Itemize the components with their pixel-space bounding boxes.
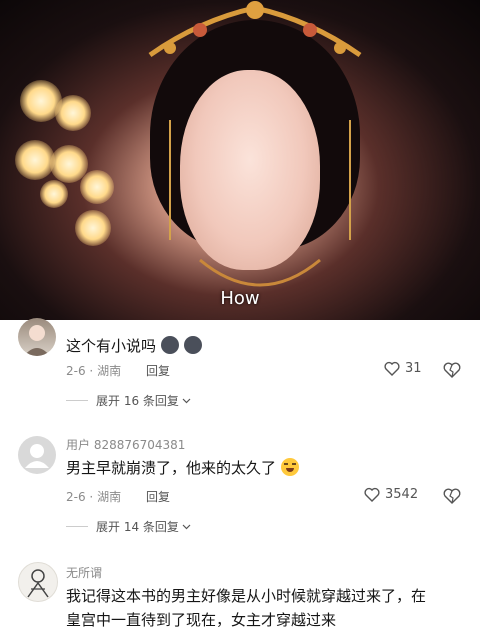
expand-replies-button[interactable]: 展开 14 条回复 — [66, 518, 191, 535]
like-button[interactable]: 3542 — [364, 487, 418, 502]
chevron-down-icon — [182, 524, 191, 529]
comment-text: 这个有小说吗 — [66, 334, 202, 358]
crying-laughing-emoji-icon — [280, 458, 299, 476]
bokeh-light — [55, 95, 91, 131]
sticker-emoji-icon — [183, 336, 202, 354]
like-button[interactable]: 31 — [384, 361, 422, 376]
comments-panel: 这个有小说吗 2-6 · 湖南 回复 31 展开 16 条回复 用户 82887… — [0, 318, 480, 640]
reply-button[interactable]: 回复 — [146, 362, 170, 379]
expand-replies-button[interactable]: 展开 16 条回复 — [66, 392, 191, 409]
avatar[interactable] — [18, 562, 58, 602]
comment-text: 男主早就崩溃了，他来的太久了 — [66, 456, 299, 480]
like-count: 3542 — [385, 487, 419, 502]
chevron-down-icon — [182, 398, 191, 403]
comment-location: 湖南 — [97, 490, 122, 504]
comment-location: 湖南 — [97, 364, 122, 378]
comment-username[interactable]: 无所谓 — [66, 564, 102, 581]
bokeh-light — [15, 140, 55, 180]
bokeh-light — [80, 170, 114, 204]
heart-icon — [364, 487, 380, 502]
reply-button[interactable]: 回复 — [146, 488, 170, 505]
comment-username[interactable]: 用户 828876704381 — [66, 436, 185, 453]
comment-meta: 2-6 · 湖南 — [66, 490, 122, 504]
avatar[interactable] — [18, 318, 56, 356]
divider — [66, 526, 88, 527]
comment-meta: 2-6 · 湖南 — [66, 364, 122, 378]
video-subtitle: How — [220, 288, 260, 309]
like-count: 31 — [405, 361, 422, 376]
headdress — [148, 1, 362, 58]
video-player[interactable]: How — [0, 0, 480, 320]
broken-heart-icon[interactable] — [443, 488, 461, 504]
bokeh-light — [40, 180, 68, 208]
broken-heart-icon[interactable] — [443, 362, 461, 378]
divider — [66, 400, 88, 401]
comment-date: 2-6 — [66, 364, 86, 378]
comment-text: 我记得这本书的男主好像是从小时候就穿越过来了，在 — [66, 587, 427, 605]
heart-icon — [384, 361, 400, 376]
bokeh-light — [75, 210, 111, 246]
avatar[interactable] — [18, 436, 56, 474]
comment-date: 2-6 — [66, 490, 86, 504]
sticker-emoji-icon — [160, 336, 179, 354]
earrings — [169, 120, 351, 287]
comment-text: 皇宫中一直待到了现在，女主才穿越过来 — [66, 611, 337, 629]
